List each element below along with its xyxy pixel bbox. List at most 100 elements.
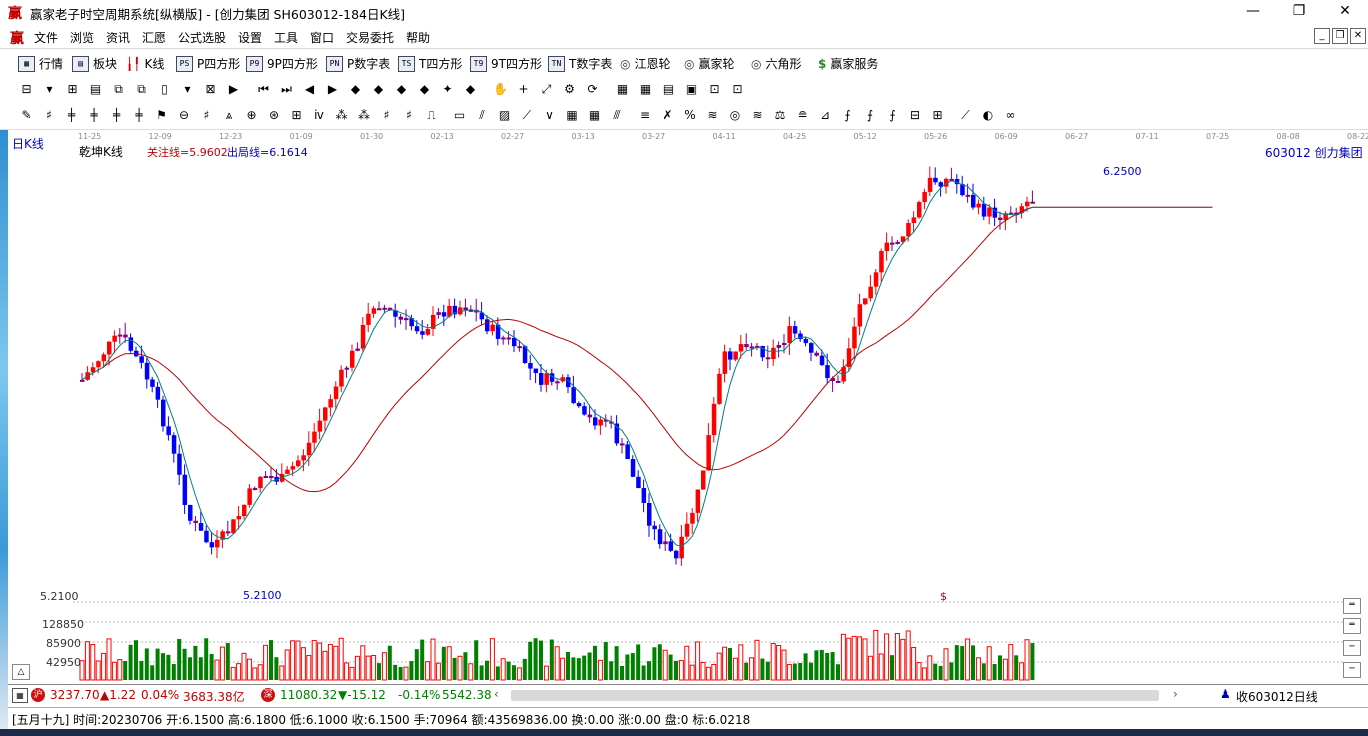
chart-tool-24-icon[interactable]: ⚙ <box>561 81 578 98</box>
menu-settings[interactable]: 设置 <box>238 29 262 46</box>
tb-winner-wheel-button[interactable]: ◎ 赢家轮 <box>684 55 735 72</box>
chart-tool-9-icon[interactable]: ⊠ <box>202 81 219 98</box>
draw-tool-32-icon[interactable]: ◎ <box>727 107 744 124</box>
mdi-restore-button[interactable]: ❐ <box>1332 28 1348 44</box>
tb-9t-square-button[interactable]: T9 9T四方形 <box>470 55 542 72</box>
menu-file[interactable]: 文件 <box>34 29 58 46</box>
chart-tool-20-icon[interactable]: ◆ <box>462 81 479 98</box>
chart-tool-28-icon[interactable]: ▤ <box>660 81 677 98</box>
menu-window[interactable]: 窗口 <box>310 29 334 46</box>
draw-tool-36-icon[interactable]: ⊿ <box>817 107 834 124</box>
tb-t-table-button[interactable]: TN T数字表 <box>548 55 612 72</box>
minimize-button[interactable]: — <box>1230 0 1276 24</box>
tb-t-square-button[interactable]: TS T四方形 <box>398 55 462 72</box>
menu-news[interactable]: 资讯 <box>106 29 130 46</box>
draw-tool-38-icon[interactable]: ⨍ <box>862 107 879 124</box>
tb-service-button[interactable]: $ 赢家服务 <box>818 55 878 72</box>
draw-tool-35-icon[interactable]: ≘ <box>794 107 811 124</box>
draw-tool-16-icon[interactable]: ⁂ <box>356 107 373 124</box>
chart-tool-26-icon[interactable]: ▦ <box>614 81 631 98</box>
draw-tool-3-icon[interactable]: ╪ <box>63 107 80 124</box>
chart-tool-4-icon[interactable]: ▤ <box>87 81 104 98</box>
draw-tool-33-icon[interactable]: ≋ <box>749 107 766 124</box>
draw-tool-44-icon[interactable]: ∞ <box>1002 107 1019 124</box>
draw-tool-30-icon[interactable]: % <box>682 107 699 124</box>
chart-tool-13-icon[interactable]: ◀ <box>301 81 318 98</box>
scroll-right-icon[interactable]: › <box>1173 687 1178 701</box>
draw-tool-24-icon[interactable]: ∨ <box>541 107 558 124</box>
menu-formula[interactable]: 公式选股 <box>178 29 226 46</box>
chart-tool-30-icon[interactable]: ⊡ <box>706 81 723 98</box>
chart-tool-3-icon[interactable]: ⊞ <box>64 81 81 98</box>
sz-index-value[interactable]: 11080.32 <box>280 688 337 702</box>
mdi-close-button[interactable]: ✕ <box>1350 28 1366 44</box>
menu-trade[interactable]: 交易委托 <box>346 29 394 46</box>
chart-tool-29-icon[interactable]: ▣ <box>683 81 700 98</box>
menu-tools[interactable]: 工具 <box>274 29 298 46</box>
draw-tool-31-icon[interactable]: ≋ <box>704 107 721 124</box>
tb-p-square-button[interactable]: PS P四方形 <box>176 55 240 72</box>
draw-tool-22-icon[interactable]: ▨ <box>496 107 513 124</box>
draw-tool-42-icon[interactable]: ⟋ <box>957 107 974 124</box>
scroll-button[interactable]: ─ <box>1343 640 1361 656</box>
draw-tool-11-icon[interactable]: ⊕ <box>243 107 260 124</box>
draw-tool-20-icon[interactable]: ▭ <box>451 107 468 124</box>
close-button[interactable]: ✕ <box>1322 0 1368 24</box>
draw-tool-21-icon[interactable]: ⫽ <box>474 107 491 124</box>
draw-tool-2-icon[interactable]: ♯ <box>41 107 58 124</box>
draw-tool-5-icon[interactable]: ╪ <box>108 107 125 124</box>
draw-tool-10-icon[interactable]: ⩓ <box>221 107 238 124</box>
draw-tool-39-icon[interactable]: ⨍ <box>884 107 901 124</box>
scroll-left-icon[interactable]: ‹ <box>494 687 499 701</box>
chart-tool-1-icon[interactable]: ⊟ <box>18 81 35 98</box>
draw-tool-18-icon[interactable]: ♯ <box>401 107 418 124</box>
draw-tool-12-icon[interactable]: ⊛ <box>266 107 283 124</box>
mdi-minimize-button[interactable]: _ <box>1314 28 1330 44</box>
draw-tool-9-icon[interactable]: ♯ <box>198 107 215 124</box>
draw-tool-8-icon[interactable]: ⊖ <box>176 107 193 124</box>
chart-tool-21-icon[interactable]: ✋ <box>492 81 509 98</box>
chart-tool-15-icon[interactable]: ◆ <box>347 81 364 98</box>
chart-tool-17-icon[interactable]: ◆ <box>393 81 410 98</box>
zoom-in-button[interactable]: ═ <box>1343 598 1361 614</box>
chart-tool-25-icon[interactable]: ⟳ <box>584 81 601 98</box>
draw-tool-37-icon[interactable]: ⨍ <box>839 107 856 124</box>
pan-button[interactable]: ─ <box>1343 662 1361 678</box>
chart-tool-8-icon[interactable]: ▾ <box>179 81 196 98</box>
draw-tool-15-icon[interactable]: ⁂ <box>333 107 350 124</box>
tb-blocks-button[interactable]: ▤ 板块 <box>72 55 117 72</box>
draw-tool-23-icon[interactable]: ⟋ <box>519 107 536 124</box>
draw-tool-17-icon[interactable]: ♯ <box>378 107 395 124</box>
chart-tool-7-icon[interactable]: ▯ <box>156 81 173 98</box>
chart-tool-12-icon[interactable]: ⏭ <box>278 81 295 98</box>
collapse-button[interactable]: △ <box>12 664 30 680</box>
menu-browse[interactable]: 浏览 <box>70 29 94 46</box>
draw-tool-1-icon[interactable]: ✎ <box>18 107 35 124</box>
tb-gann-wheel-button[interactable]: ◎ 江恩轮 <box>620 55 671 72</box>
draw-tool-6-icon[interactable]: ╪ <box>131 107 148 124</box>
chart-tool-2-icon[interactable]: ▾ <box>41 81 58 98</box>
chart-tool-19-icon[interactable]: ✦ <box>439 81 456 98</box>
restore-button[interactable]: ❐ <box>1276 0 1322 24</box>
chart-tool-5-icon[interactable]: ⧉ <box>110 81 127 98</box>
draw-tool-43-icon[interactable]: ◐ <box>980 107 997 124</box>
draw-tool-19-icon[interactable]: ⎍ <box>423 107 440 124</box>
chart-tool-6-icon[interactable]: ⧉ <box>133 81 150 98</box>
draw-tool-26-icon[interactable]: ▦ <box>586 107 603 124</box>
chart-tool-10-icon[interactable]: ▶ <box>225 81 242 98</box>
menu-help[interactable]: 帮助 <box>406 29 430 46</box>
draw-tool-34-icon[interactable]: ⚖ <box>772 107 789 124</box>
kline-chart-area[interactable]: 11-25 12-09 12-23 01-09 01-30 02-13 02-27 03-13… <box>8 130 1368 682</box>
horizontal-scrollbar-thumb[interactable] <box>511 690 1159 701</box>
keyboard-icon[interactable]: ▦ <box>12 688 28 703</box>
chart-tool-27-icon[interactable]: ▦ <box>637 81 654 98</box>
close-chart-label[interactable]: 收603012日线 <box>1236 688 1318 705</box>
zoom-out-button[interactable]: ═ <box>1343 618 1361 634</box>
tb-quotes-button[interactable]: ▦ 行情 <box>18 55 63 72</box>
tb-9p-square-button[interactable]: P9 9P四方形 <box>246 55 318 72</box>
draw-tool-29-icon[interactable]: ✗ <box>659 107 676 124</box>
draw-tool-13-icon[interactable]: ⊞ <box>288 107 305 124</box>
chart-tool-16-icon[interactable]: ◆ <box>370 81 387 98</box>
draw-tool-4-icon[interactable]: ╪ <box>86 107 103 124</box>
chart-tool-14-icon[interactable]: ▶ <box>324 81 341 98</box>
